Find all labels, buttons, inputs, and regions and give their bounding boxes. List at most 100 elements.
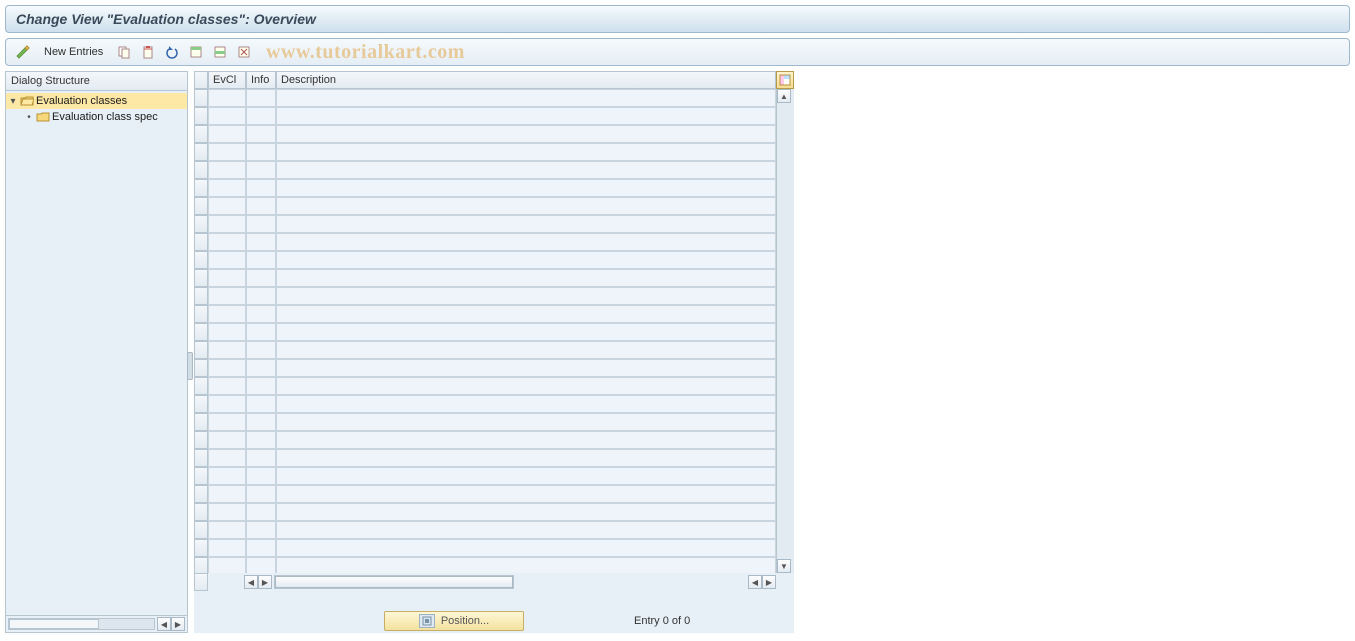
cell-info[interactable] bbox=[246, 125, 276, 143]
cell-description[interactable] bbox=[276, 323, 776, 341]
table-settings-icon[interactable] bbox=[776, 71, 794, 89]
cell-evcl[interactable] bbox=[208, 467, 246, 485]
row-selector[interactable] bbox=[194, 431, 208, 449]
table-row[interactable] bbox=[194, 89, 776, 107]
hscroll-left2-icon[interactable]: ◀ bbox=[748, 575, 762, 589]
table-row[interactable] bbox=[194, 197, 776, 215]
cell-evcl[interactable] bbox=[208, 503, 246, 521]
cell-info[interactable] bbox=[246, 539, 276, 557]
cell-evcl[interactable] bbox=[208, 215, 246, 233]
tree-hscroll-track[interactable] bbox=[8, 618, 155, 630]
row-selector[interactable] bbox=[194, 287, 208, 305]
row-selector[interactable] bbox=[194, 89, 208, 107]
tree-scroll-right-icon[interactable]: ▶ bbox=[171, 617, 185, 631]
row-selector[interactable] bbox=[194, 323, 208, 341]
cell-description[interactable] bbox=[276, 269, 776, 287]
cell-evcl[interactable] bbox=[208, 107, 246, 125]
cell-evcl[interactable] bbox=[208, 413, 246, 431]
cell-description[interactable] bbox=[276, 143, 776, 161]
table-row[interactable] bbox=[194, 449, 776, 467]
select-block-icon[interactable] bbox=[209, 42, 231, 62]
table-row[interactable] bbox=[194, 341, 776, 359]
table-horizontal-scrollbar[interactable]: ◀ ▶ ◀ ▶ bbox=[194, 573, 794, 591]
cell-description[interactable] bbox=[276, 395, 776, 413]
deselect-all-icon[interactable] bbox=[233, 42, 255, 62]
tree-node-evaluation-classes[interactable]: ▾ Evaluation classes bbox=[6, 93, 187, 109]
cell-info[interactable] bbox=[246, 215, 276, 233]
row-selector[interactable] bbox=[194, 143, 208, 161]
cell-info[interactable] bbox=[246, 197, 276, 215]
vscroll-up-icon[interactable]: ▲ bbox=[777, 89, 791, 103]
row-selector[interactable] bbox=[194, 215, 208, 233]
vscroll-track[interactable] bbox=[777, 103, 794, 559]
cell-description[interactable] bbox=[276, 233, 776, 251]
cell-description[interactable] bbox=[276, 377, 776, 395]
cell-evcl[interactable] bbox=[208, 197, 246, 215]
table-row[interactable] bbox=[194, 557, 776, 573]
cell-description[interactable] bbox=[276, 125, 776, 143]
table-row[interactable] bbox=[194, 143, 776, 161]
table-row[interactable] bbox=[194, 107, 776, 125]
table-row[interactable] bbox=[194, 377, 776, 395]
table-row[interactable] bbox=[194, 251, 776, 269]
select-all-icon[interactable] bbox=[185, 42, 207, 62]
row-selector[interactable] bbox=[194, 467, 208, 485]
expand-collapse-icon[interactable]: ▾ bbox=[8, 96, 18, 107]
cell-description[interactable] bbox=[276, 521, 776, 539]
hscroll-track-left[interactable] bbox=[274, 575, 514, 589]
cell-description[interactable] bbox=[276, 89, 776, 107]
row-selector[interactable] bbox=[194, 521, 208, 539]
row-selector[interactable] bbox=[194, 359, 208, 377]
cell-evcl[interactable] bbox=[208, 89, 246, 107]
table-select-all-header[interactable] bbox=[194, 71, 208, 89]
cell-description[interactable] bbox=[276, 179, 776, 197]
row-selector[interactable] bbox=[194, 125, 208, 143]
cell-info[interactable] bbox=[246, 287, 276, 305]
row-selector[interactable] bbox=[194, 197, 208, 215]
cell-info[interactable] bbox=[246, 161, 276, 179]
cell-info[interactable] bbox=[246, 233, 276, 251]
delete-icon[interactable] bbox=[137, 42, 159, 62]
new-entries-button[interactable]: New Entries bbox=[36, 42, 111, 62]
column-header-info[interactable]: Info bbox=[246, 71, 276, 89]
row-selector[interactable] bbox=[194, 377, 208, 395]
cell-evcl[interactable] bbox=[208, 161, 246, 179]
tree-horizontal-scrollbar[interactable]: ◀ ▶ bbox=[5, 615, 188, 633]
cell-info[interactable] bbox=[246, 341, 276, 359]
cell-evcl[interactable] bbox=[208, 539, 246, 557]
row-selector[interactable] bbox=[194, 539, 208, 557]
row-selector[interactable] bbox=[194, 269, 208, 287]
cell-description[interactable] bbox=[276, 305, 776, 323]
cell-info[interactable] bbox=[246, 449, 276, 467]
row-selector[interactable] bbox=[194, 305, 208, 323]
cell-info[interactable] bbox=[246, 395, 276, 413]
table-row[interactable] bbox=[194, 521, 776, 539]
cell-evcl[interactable] bbox=[208, 179, 246, 197]
cell-evcl[interactable] bbox=[208, 305, 246, 323]
table-row[interactable] bbox=[194, 539, 776, 557]
vertical-splitter[interactable] bbox=[187, 352, 193, 380]
cell-info[interactable] bbox=[246, 413, 276, 431]
cell-info[interactable] bbox=[246, 269, 276, 287]
cell-description[interactable] bbox=[276, 197, 776, 215]
row-selector[interactable] bbox=[194, 413, 208, 431]
table-row[interactable] bbox=[194, 395, 776, 413]
table-row[interactable] bbox=[194, 413, 776, 431]
cell-info[interactable] bbox=[246, 431, 276, 449]
cell-info[interactable] bbox=[246, 89, 276, 107]
cell-evcl[interactable] bbox=[208, 287, 246, 305]
tree-scroll-left-icon[interactable]: ◀ bbox=[157, 617, 171, 631]
column-header-description[interactable]: Description bbox=[276, 71, 776, 89]
table-row[interactable] bbox=[194, 503, 776, 521]
cell-info[interactable] bbox=[246, 359, 276, 377]
cell-description[interactable] bbox=[276, 413, 776, 431]
hscroll-left-icon[interactable]: ◀ bbox=[244, 575, 258, 589]
cell-evcl[interactable] bbox=[208, 485, 246, 503]
cell-description[interactable] bbox=[276, 215, 776, 233]
cell-evcl[interactable] bbox=[208, 269, 246, 287]
cell-info[interactable] bbox=[246, 143, 276, 161]
undo-icon[interactable] bbox=[161, 42, 183, 62]
cell-evcl[interactable] bbox=[208, 359, 246, 377]
table-row[interactable] bbox=[194, 215, 776, 233]
row-selector[interactable] bbox=[194, 341, 208, 359]
